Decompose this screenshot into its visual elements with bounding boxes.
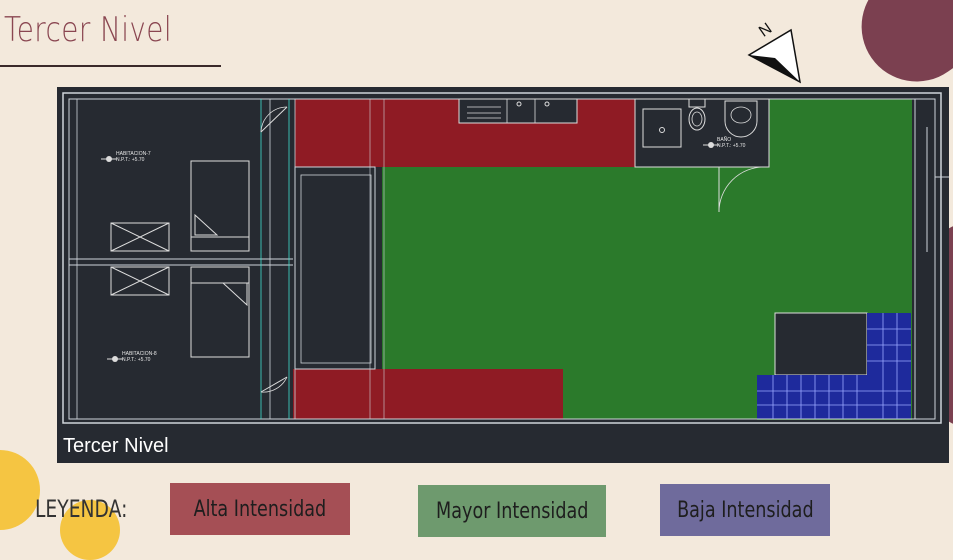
- title-underline: [0, 65, 221, 67]
- stair-void: [774, 312, 868, 376]
- legend-item-medium: Mayor Intensidad: [418, 485, 606, 537]
- decorative-shape: [0, 450, 40, 530]
- legend-item-label: Alta Intensidad: [193, 496, 327, 522]
- zone-medium-topright: [769, 99, 912, 167]
- zone-high-bottom: [293, 369, 563, 419]
- legend-item-label: Mayor Intensidad: [435, 498, 589, 524]
- plan-caption: Tercer Nivel: [63, 435, 169, 457]
- floor-plan: HABITACION-7 N.P.T.: +5.70 HABITACION-8 N.…: [57, 87, 949, 463]
- page-title: Tercer Nivel: [4, 10, 173, 50]
- compass-label: N: [756, 20, 775, 41]
- room-label-bano: BAÑO N.P.T.: +5.70: [717, 137, 746, 149]
- room-label-habitacion-7: HABITACION-7 N.P.T.: +5.70: [116, 151, 151, 163]
- legend-item-label: Baja Intensidad: [676, 497, 814, 523]
- floor-plan-drawing: [62, 92, 949, 424]
- legend-title: LEYENDA:: [35, 495, 128, 523]
- north-arrow-icon: N: [745, 15, 805, 89]
- legend-item-high: Alta Intensidad: [170, 483, 350, 535]
- legend-item-low: Baja Intensidad: [660, 484, 830, 536]
- room-label-habitacion-8: HABITACION-8 N.P.T.: +5.70: [122, 351, 157, 363]
